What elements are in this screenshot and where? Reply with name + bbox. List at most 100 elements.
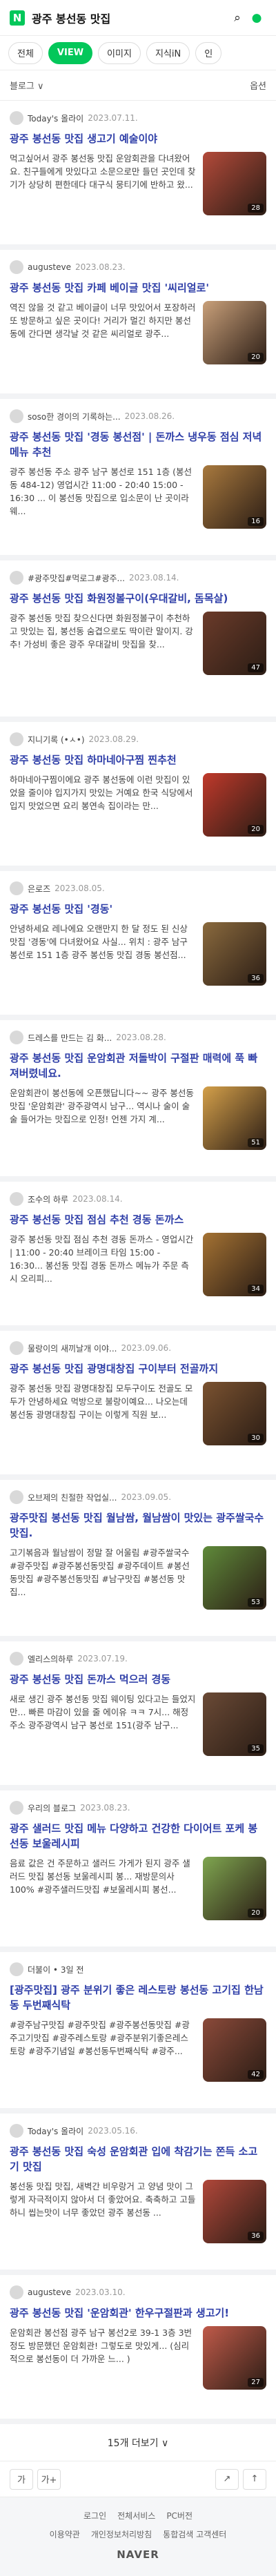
post-thumbnail[interactable]: 27 <box>203 2326 266 2390</box>
post-author[interactable]: #광주맛집#먹로그#광주... <box>28 572 125 584</box>
footer-link[interactable]: 로그인 <box>83 2510 106 2521</box>
avatar[interactable] <box>10 881 23 895</box>
footer-link[interactable]: 통합검색 고객센터 <box>163 2528 226 2540</box>
avatar[interactable] <box>10 1192 23 1206</box>
post-thumbnail[interactable]: 16 <box>203 465 266 529</box>
avatar[interactable] <box>10 1652 23 1666</box>
post-thumbnail[interactable]: 20 <box>203 773 266 837</box>
post-title[interactable]: 광주 봉선동 맛집 '경동 봉선점' | 돈까스 냉우동 점심 저녁 메뉴 추천 <box>10 429 266 460</box>
avatar[interactable] <box>10 260 23 274</box>
post-author[interactable]: 엘리스의하루 <box>28 1653 73 1665</box>
post-author[interactable]: 조수의 하루 <box>28 1193 68 1205</box>
avatar[interactable] <box>10 1031 23 1044</box>
more-button[interactable]: 15개 더보기 ∨ <box>0 2424 276 2461</box>
post-title[interactable]: 광주 봉선동 맛집 운암회관 저돌박이 구절판 매력에 푹 빠져버렸네요. <box>10 1051 266 1081</box>
post-snippet[interactable]: 광주 봉선동 맛집 점심 추천 경동 돈까스 - 영업시간 | 11:00 - … <box>10 1233 196 1285</box>
post-snippet[interactable]: 역진 않을 것 같고 베이글이 너무 맛있어서 포장하러 또 방문하고 싶은 곳… <box>10 301 196 353</box>
post-thumbnail[interactable]: 42 <box>203 2018 266 2082</box>
post-author[interactable]: Today's 올라이 <box>28 2125 83 2137</box>
footer-link[interactable]: 개인정보처리방침 <box>91 2528 152 2540</box>
blog-post[interactable]: 은로즈 2023.08.05. 광주 봉선동 맛집 '경동' 안녕하세요 레나에요 오… <box>0 871 276 1020</box>
post-title[interactable]: 광주 봉선동 맛집 '운암회관' 한우구절판과 생고기! <box>10 2305 266 2321</box>
post-title[interactable]: 광주맛집 봉선동 맛집 월남쌈, 월남쌈이 맛있는 광주쌀국수 맛집. <box>10 1510 266 1541</box>
post-snippet[interactable]: 봉선동 맛집 맛집, 새벽간 비우랑거 고 양념 맛이 그렇게 자극적이지 않아… <box>10 2180 196 2232</box>
blog-post[interactable]: soso한 경이의 기록하는... 2023.08.26. 광주 봉선동 맛집 '경… <box>0 399 276 560</box>
post-thumbnail[interactable]: 36 <box>203 2180 266 2243</box>
post-snippet[interactable]: 새로 생긴 광주 봉선동 맛집 웨이팅 있다고는 들었지만... 빠른 마감이 … <box>10 1692 196 1745</box>
avatar[interactable] <box>10 409 23 423</box>
post-title[interactable]: 광주 봉선동 맛집 숙성 운암회관 입에 착감기는 쫀득 소고기 맛집 <box>10 2144 266 2174</box>
post-snippet[interactable]: 먹고싶어서 광주 봉선동 맛집 운암회관을 다녀왔어요. 친구들에게 맛있다고 … <box>10 152 196 204</box>
share-icon[interactable]: ↗ <box>215 2468 239 2490</box>
post-thumbnail[interactable]: 35 <box>203 1692 266 1756</box>
avatar[interactable] <box>10 2285 23 2299</box>
blog-post[interactable]: 엘리스의하루 2023.07.19. 광주 봉선동 맛집 돈까스 먹으러 경동 새로 … <box>0 1641 276 1790</box>
post-author[interactable]: 물랑이의 새끼날개 이야... <box>28 1343 117 1354</box>
blog-post[interactable]: #광주맛집#먹로그#광주... 2023.08.14. 광주 봉선동 맛집 화원정볼… <box>0 560 276 722</box>
avatar[interactable] <box>10 1801 23 1815</box>
tab-view[interactable]: VIEW <box>48 41 93 64</box>
post-snippet[interactable]: 하마네아구찜이에요 광주 봉선동에 이런 맛집이 있었을 줄이야 입지가지 맛있… <box>10 773 196 826</box>
post-thumbnail[interactable]: 30 <box>203 1382 266 1445</box>
tab-more[interactable]: 인 <box>195 41 222 64</box>
post-author[interactable]: soso한 경이의 기록하는... <box>28 411 121 422</box>
blog-post[interactable]: 지니기록 (•ㅅ•) 2023.08.29. 광주 봉선동 맛집 하마네아구찜 찐추… <box>0 722 276 871</box>
post-author[interactable]: 은로즈 <box>28 883 50 895</box>
post-snippet[interactable]: 운암회관 봉선점 광주 남구 봉선2로 39-1 3층 3번 정도 방문했던 운… <box>10 2326 196 2379</box>
post-thumbnail[interactable]: 53 <box>203 1546 266 1610</box>
blog-post[interactable]: Today's 올라이 2023.05.16. 광주 봉선동 맛집 숙성 운암회관 … <box>0 2114 276 2275</box>
post-thumbnail[interactable]: 34 <box>203 1233 266 1296</box>
blog-post[interactable]: augusteve 2023.08.23. 광주 봉선동 맛집 카페 베이글 맛집 … <box>0 250 276 399</box>
option-button[interactable]: 옵션 <box>250 79 266 92</box>
post-thumbnail[interactable]: 28 <box>203 152 266 215</box>
post-title[interactable]: 광주 봉선동 맛집 광명대창집 구이부터 전골까지 <box>10 1361 266 1376</box>
post-author[interactable]: Today's 올라이 <box>28 113 83 124</box>
search-query[interactable]: 광주 봉선동 맛집 <box>32 10 228 26</box>
footer-link[interactable]: 전체서비스 <box>117 2510 155 2521</box>
post-title[interactable]: 광주 봉선동 맛집 돈까스 먹으러 경동 <box>10 1672 266 1687</box>
avatar[interactable] <box>10 571 23 585</box>
post-snippet[interactable]: #광주남구맛집 #광주맛집 #광주봉선동맛집 #광주고기맛집 #광주레스토랑 #… <box>10 2018 196 2071</box>
blog-post[interactable]: 오브제의 친절한 작업실... 2023.09.05. 광주맛집 봉선동 맛집 월남… <box>0 1480 276 1641</box>
post-author[interactable]: 더불이 • 3일 전 <box>28 1964 83 1975</box>
blog-post[interactable]: 물랑이의 새끼날개 이야... 2023.09.06. 광주 봉선동 맛집 광명대창… <box>0 1331 276 1480</box>
post-snippet[interactable]: 고기볶음과 월남쌈이 정말 잘 어울림 #광주쌀국수 #광주맛집 #광주봉선동맛… <box>10 1546 196 1599</box>
blog-post[interactable]: 조수의 하루 2023.08.14. 광주 봉선동 맛집 점심 추천 경동 돈까스 광… <box>0 1182 276 1331</box>
post-title[interactable]: 광주 봉선동 맛집 하마네아구찜 찐추천 <box>10 752 266 768</box>
post-title[interactable]: 광주 봉선동 맛집 화원정볼구이(우대갈비, 돔목살) <box>10 591 266 606</box>
avatar[interactable] <box>10 1490 23 1504</box>
avatar[interactable] <box>10 1962 23 1976</box>
post-author[interactable]: 드레스를 만드는 김 화... <box>28 1032 112 1044</box>
blog-post[interactable]: 우리의 블로그 2023.08.23. 광주 샐러드 맛집 메뉴 다양하고 건강한 … <box>0 1790 276 1952</box>
post-thumbnail[interactable]: 20 <box>203 1857 266 1920</box>
post-title[interactable]: 광주 봉선동 맛집 점심 추천 경동 돈까스 <box>10 1212 266 1227</box>
post-title[interactable]: 광주 봉선동 맛집 카페 베이글 맛집 '씨리얼로' <box>10 280 266 295</box>
post-title[interactable]: 광주 봉선동 맛집 '경동' <box>10 901 266 917</box>
post-snippet[interactable]: 광주 봉선동 맛집 찾으신다면 화원정볼구이 추천하고 맛있는 집, 봉선동 숨… <box>10 612 196 664</box>
top-icon[interactable]: ↑ <box>243 2468 266 2490</box>
blog-post[interactable]: 더불이 • 3일 전 [광주맛집] 광주 분위기 좋은 레스토랑 봉선동 고기집 … <box>0 1952 276 2114</box>
post-snippet[interactable]: 음료 값은 건 주문하고 샐러드 가게가 된지 광주 샐러드 맛집 봉선동 보울… <box>10 1857 196 1909</box>
blog-post[interactable]: augusteve 2023.03.10. 광주 봉선동 맛집 '운암회관' 한우구… <box>0 2275 276 2424</box>
post-title[interactable]: 광주 샐러드 맛집 메뉴 다양하고 건강한 다이어트 포케 봉선동 보울레시피 <box>10 1821 266 1851</box>
post-author[interactable]: augusteve <box>28 2287 71 2297</box>
post-author[interactable]: 우리의 블로그 <box>28 1802 76 1814</box>
tab-all[interactable]: 전체 <box>8 41 43 64</box>
avatar[interactable] <box>10 1341 23 1355</box>
footer-link[interactable]: PC버전 <box>166 2510 193 2521</box>
search-icon[interactable]: ⌕ <box>228 11 247 25</box>
blog-filter[interactable]: 블로그 ∨ <box>10 79 44 92</box>
tab-image[interactable]: 이미지 <box>98 41 141 64</box>
footer-link[interactable]: 이용약관 <box>50 2528 80 2540</box>
post-snippet[interactable]: 운암회관이 봉선동에 오픈했답니다~~ 광주 봉선동 맛집 '운암회관' 광주광… <box>10 1086 196 1139</box>
font-small-button[interactable]: 가 <box>10 2468 33 2490</box>
post-title[interactable]: 광주 봉선동 맛집 생고기 예술이야 <box>10 131 266 146</box>
post-author[interactable]: augusteve <box>28 262 71 272</box>
avatar[interactable] <box>10 732 23 746</box>
post-title[interactable]: [광주맛집] 광주 분위기 좋은 레스토랑 봉선동 고기집 한남동 두번째식탁 <box>10 1982 266 2013</box>
avatar[interactable] <box>10 2124 23 2138</box>
post-snippet[interactable]: 안녕하세요 레나에요 오랜만지 한 달 정도 된 신상 맛집 '경동'에 다녀왔… <box>10 922 196 975</box>
post-thumbnail[interactable]: 51 <box>203 1086 266 1150</box>
post-thumbnail[interactable]: 20 <box>203 301 266 364</box>
naver-logo[interactable]: N <box>10 10 25 26</box>
